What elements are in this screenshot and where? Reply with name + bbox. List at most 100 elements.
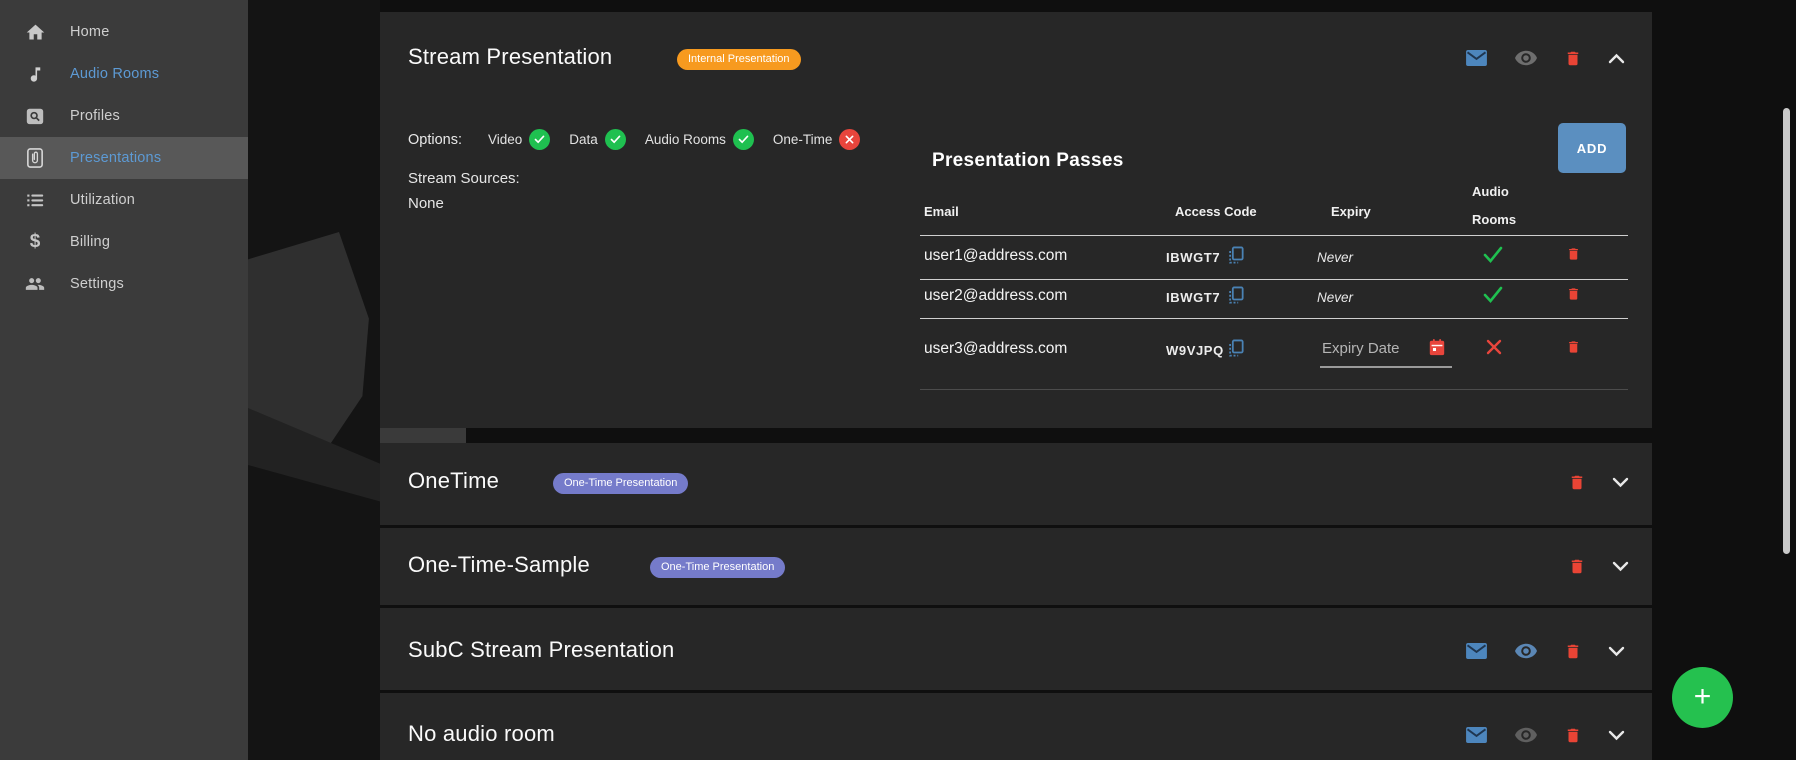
sidebar-item-billing[interactable]: $ Billing	[0, 221, 248, 263]
card-actions	[1465, 639, 1625, 663]
image-search-icon	[24, 105, 46, 127]
pass-email: user1@address.com	[924, 247, 1067, 265]
dollar-icon: $	[24, 231, 46, 253]
passes-title: Presentation Passes	[932, 150, 1124, 172]
pass-access-code: W9VJPQ	[1166, 343, 1224, 358]
options-row: Options: Video Data Audio Rooms One-Time	[408, 129, 879, 150]
sidebar-item-label: Profiles	[70, 108, 120, 124]
card-actions	[1568, 554, 1629, 578]
one-time-presentation-badge: One-Time Presentation	[553, 473, 688, 494]
options-label: Options:	[408, 132, 462, 148]
chevron-down-icon[interactable]	[1612, 561, 1629, 572]
card-actions	[1465, 46, 1625, 70]
calendar-icon[interactable]	[1428, 338, 1446, 362]
add-pass-button[interactable]: ADD	[1558, 123, 1626, 173]
sidebar-item-label: Billing	[70, 234, 110, 250]
presentation-card-collapsed: One-Time-Sample One-Time Presentation	[380, 528, 1652, 605]
pass-access-code: IBWGT7	[1166, 290, 1220, 305]
presentation-card-collapsed: No audio room	[380, 693, 1652, 760]
sidebar-item-home[interactable]: Home	[0, 11, 248, 53]
column-header-expiry: Expiry	[1331, 204, 1371, 219]
email-icon[interactable]	[1465, 726, 1488, 744]
delete-icon[interactable]	[1568, 556, 1586, 577]
presentation-passes-panel: Presentation Passes ADD Email Access Cod…	[920, 112, 1628, 417]
presentation-card-expanded: Stream Presentation Internal Presentatio…	[380, 12, 1652, 428]
card-title: OneTime	[408, 468, 499, 494]
copy-icon[interactable]	[1227, 339, 1244, 363]
pass-email: user3@address.com	[924, 340, 1067, 358]
eye-icon[interactable]	[1514, 727, 1538, 744]
table-divider	[920, 235, 1628, 236]
sidebar-item-audio-rooms[interactable]: Audio Rooms	[0, 53, 248, 95]
add-presentation-fab[interactable]: +	[1672, 667, 1733, 728]
email-icon[interactable]	[1465, 49, 1488, 67]
eye-icon[interactable]	[1514, 50, 1538, 67]
chevron-up-icon[interactable]	[1608, 53, 1625, 64]
card-title: Stream Presentation	[408, 44, 612, 70]
people-icon	[24, 273, 46, 295]
app-window: Home Audio Rooms Profiles Presentations …	[0, 0, 1796, 760]
card-actions	[1568, 470, 1629, 494]
chevron-down-icon[interactable]	[1608, 646, 1625, 657]
delete-icon[interactable]	[1568, 472, 1586, 493]
delete-pass-icon[interactable]	[1566, 338, 1581, 361]
check-circle-icon	[733, 129, 754, 150]
column-header-email: Email	[924, 204, 959, 219]
delete-icon[interactable]	[1564, 641, 1582, 662]
option-data: Data	[569, 129, 626, 150]
sidebar-item-utilization[interactable]: Utilization	[0, 179, 248, 221]
pass-expiry: Never	[1317, 250, 1353, 265]
attachment-icon	[24, 147, 46, 169]
sidebar-item-label: Audio Rooms	[70, 66, 159, 82]
music-note-icon	[24, 63, 46, 85]
check-circle-icon	[605, 129, 626, 150]
delete-icon[interactable]	[1564, 725, 1582, 746]
card-title: One-Time-Sample	[408, 552, 590, 578]
one-time-presentation-badge: One-Time Presentation	[650, 557, 785, 578]
pass-expiry: Never	[1317, 290, 1353, 305]
option-audio-rooms: Audio Rooms	[645, 129, 754, 150]
table-divider	[920, 279, 1628, 280]
column-header-audio-rooms: Audio Rooms	[1472, 178, 1522, 234]
sidebar-item-label: Home	[70, 24, 109, 40]
home-icon	[24, 21, 46, 43]
option-video: Video	[488, 129, 550, 150]
chevron-down-icon[interactable]	[1608, 730, 1625, 741]
chevron-down-icon[interactable]	[1612, 477, 1629, 488]
expiry-date-input[interactable]: Expiry Date	[1322, 340, 1400, 357]
list-icon	[24, 189, 46, 211]
check-icon	[1483, 246, 1503, 268]
sidebar-item-presentations[interactable]: Presentations	[0, 137, 248, 179]
stream-sources-label: Stream Sources:	[408, 170, 520, 187]
card-title: No audio room	[408, 721, 555, 747]
x-icon	[1486, 339, 1502, 360]
sidebar-item-label: Settings	[70, 276, 124, 292]
card-actions	[1465, 723, 1625, 747]
scrollbar-thumb[interactable]	[1783, 108, 1790, 554]
internal-presentation-badge: Internal Presentation	[677, 49, 801, 70]
delete-pass-icon[interactable]	[1566, 245, 1581, 268]
copy-icon[interactable]	[1227, 286, 1244, 310]
delete-pass-icon[interactable]	[1566, 285, 1581, 308]
x-circle-icon	[839, 129, 860, 150]
table-divider	[920, 318, 1628, 319]
column-header-access-code: Access Code	[1175, 204, 1257, 219]
delete-icon[interactable]	[1564, 48, 1582, 69]
presentation-card-collapsed: OneTime One-Time Presentation	[380, 443, 1652, 525]
sidebar-item-label: Presentations	[70, 150, 161, 166]
sidebar-item-settings[interactable]: Settings	[0, 263, 248, 305]
table-divider	[920, 389, 1628, 390]
plus-icon: +	[1694, 682, 1712, 712]
sidebar-item-profiles[interactable]: Profiles	[0, 95, 248, 137]
email-icon[interactable]	[1465, 642, 1488, 660]
pass-email: user2@address.com	[924, 287, 1067, 305]
background-photo-shape	[380, 428, 466, 443]
copy-icon[interactable]	[1227, 246, 1244, 270]
option-one-time: One-Time	[773, 129, 861, 150]
sidebar-item-label: Utilization	[70, 192, 135, 208]
card-title: SubC Stream Presentation	[408, 637, 675, 663]
check-icon	[1483, 286, 1503, 308]
presentation-card-collapsed: SubC Stream Presentation	[380, 608, 1652, 690]
eye-icon[interactable]	[1514, 643, 1538, 660]
stream-sources-value: None	[408, 195, 444, 212]
